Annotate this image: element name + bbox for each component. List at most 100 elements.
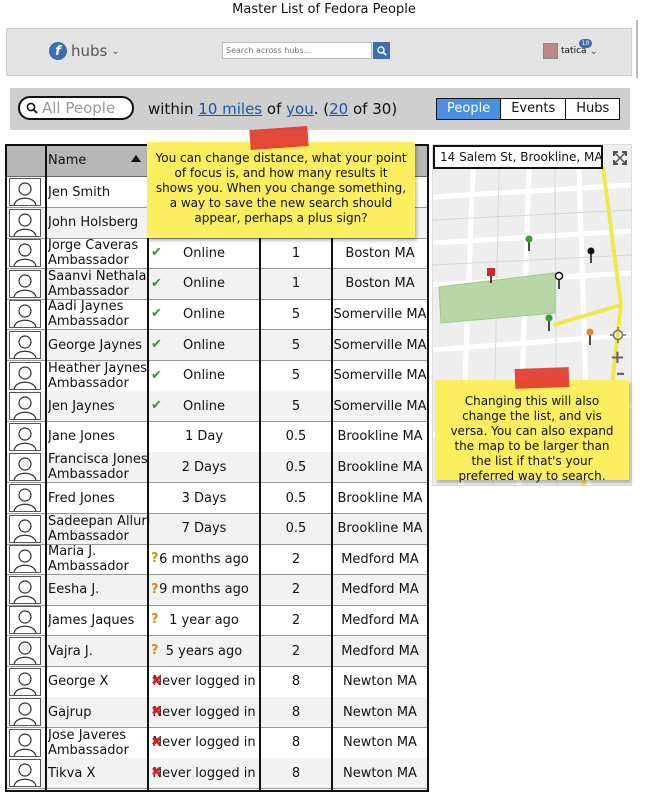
search-button[interactable] [373,42,390,59]
person-name-cell[interactable]: Saanvi Nethala Ambassador [48,269,150,299]
person-name-cell[interactable]: Fred Jones [48,483,150,513]
table-row[interactable]: Jorge Caveras Ambassador ✔ Online 1 Boston MA [7,238,427,270]
person-name-cell[interactable]: Tikva X [48,758,150,788]
person-name[interactable]: Tikva X [48,766,150,781]
location-cell: Medford MA [341,643,419,659]
table-row[interactable]: James Jaques? 1 year ago 2 Medford MA [7,605,427,637]
sort-ascending-icon[interactable] [131,155,141,162]
person-name[interactable]: Maria J. [48,544,150,559]
status-cell: ✔ Online [149,330,259,360]
person-name[interactable]: George X [48,674,150,689]
table-row[interactable]: George Jaynes ✔ Online 5 Somerville MA [7,330,427,361]
person-name[interactable]: Sadeepan Alluri [48,514,150,529]
name-column-header[interactable]: Name [48,153,86,168]
person-name[interactable]: Vajra J. [48,644,150,659]
status-text: 7 Days [181,521,227,537]
person-name[interactable]: Jen Smith [48,185,150,200]
table-row[interactable]: Francisca Jones Ambassador 2 Days 0.5 Brookl… [7,452,427,484]
window-edge [636,20,638,78]
distance-cell: 8 [291,704,301,720]
chevron-down-icon: ⌄ [111,45,120,57]
status-cell: ? 5 years ago [149,636,259,666]
person-name-cell[interactable]: George Jaynes [48,330,150,360]
person-name-cell[interactable]: John Holsberg [48,208,150,238]
table-row[interactable]: Maria J. Ambassador? 6 months ago 2 Medford … [7,544,427,576]
person-name[interactable]: Fred Jones [48,491,150,506]
person-name[interactable]: Jane Jones [48,429,150,444]
person-name-cell[interactable]: Jen Smith [48,177,150,207]
focus-link[interactable]: you [286,100,314,118]
person-name[interactable]: Heather Jaynes [48,361,150,376]
person-role: Ambassador [48,253,129,269]
person-name[interactable]: Jose Javeres [48,728,150,743]
check-icon: ✔ [151,275,162,291]
people-search-field[interactable]: All People [18,96,134,120]
table-row[interactable]: Fred Jones 3 Days 0.5 Brookline MA [7,483,427,514]
location-cell: Newton MA [343,765,417,781]
distance-link[interactable]: 10 miles [198,100,262,118]
person-name-cell[interactable]: Jane Jones [48,422,150,452]
tab-events[interactable]: Events [500,99,566,119]
person-name-cell[interactable]: Jose Javeres Ambassador [48,728,150,758]
person-name-cell[interactable]: George X [48,667,150,697]
person-name-cell[interactable]: Jen Jaynes [48,391,150,421]
notification-badge[interactable]: 10 [579,39,592,48]
person-name-cell[interactable]: Vajra J. [48,636,150,666]
person-name[interactable]: Jorge Caveras [48,238,150,253]
table-row[interactable]: Eesha J.? 9 months ago 2 Medford MA [7,574,427,606]
person-name[interactable]: James Jaques [48,613,150,628]
person-name[interactable]: Gajrup [48,705,150,720]
hubs-menu[interactable]: f hubs ⌄ [49,42,120,60]
table-row[interactable]: Aadi Jaynes Ambassador ✔ Online 5 Somerville … [7,299,427,331]
table-row[interactable]: Gajrup ✖ Never logged in 8 Newton MA [7,697,427,729]
tab-people[interactable]: People [437,99,501,119]
person-name[interactable]: Aadi Jaynes [48,299,150,314]
person-name-cell[interactable]: Eesha J. [48,575,150,605]
person-name[interactable]: Francisca Jones [48,452,150,467]
location-cell: Somerville MA [333,368,427,384]
status-text: 9 months ago [159,582,249,598]
distance-cell: 2 [291,582,301,598]
table-row[interactable]: George X ✖ Never logged in 8 Newton MA [7,667,427,698]
status-text: 2 Days [181,459,227,475]
person-name-cell[interactable]: Jorge Caveras Ambassador [48,238,150,268]
person-name[interactable]: George Jaynes [48,338,150,353]
expand-icon[interactable] [613,151,627,165]
tab-hubs[interactable]: Hubs [565,99,620,119]
status-cell: ✔ Online [149,361,259,391]
person-name-cell[interactable]: Maria J. Ambassador [48,544,150,574]
person-name[interactable]: Eesha J. [48,582,150,597]
table-row[interactable]: Tikva X ✖ Never logged in 8 Newton MA [7,758,427,790]
avatar [9,392,41,421]
table-row[interactable]: Jane Jones 1 Day 0.5 Brookline MA [7,422,427,453]
person-name-cell[interactable]: Aadi Jaynes Ambassador [48,299,150,329]
person-name-cell[interactable]: Heather Jaynes Ambassador [48,361,150,391]
table-row[interactable]: Saanvi Nethala Ambassador ✔ Online 1 Boston M… [7,268,427,300]
table-row[interactable]: Sadeepan Alluri Ambassador 7 Days 0.5 Brookl… [7,513,427,545]
person-name-cell[interactable]: James Jaques [48,605,150,635]
person-name[interactable]: John Holsberg [48,215,150,230]
status-text: Never logged in [152,765,256,781]
person-name-cell[interactable]: Sadeepan Alluri Ambassador [48,514,150,544]
avatar [9,637,41,665]
status-text: 6 months ago [159,551,249,567]
table-row[interactable]: Heather Jaynes Ambassador ✔ Online 5 Somervil… [7,361,427,392]
person-name-cell[interactable]: Gajrup [48,697,150,727]
person-name[interactable]: Jen Jaynes [48,399,150,414]
result-count-link[interactable]: 20 [329,100,348,118]
hub-search-input[interactable] [222,42,372,59]
location-cell: Medford MA [341,582,419,598]
location-cell: Boston MA [345,276,415,292]
check-icon: ✔ [151,367,162,383]
location-cell: Newton MA [343,674,417,690]
table-row[interactable]: Jose Javeres Ambassador ✖ Never logged in 8 N… [7,728,427,759]
status-cell: 1 Day [149,422,259,452]
distance-cell: 5 [291,306,301,322]
map-address-field[interactable]: 14 Salem St, Brookline, MA [433,145,603,169]
question-icon: ? [151,581,159,597]
table-row[interactable]: Jen Jaynes ✔ Online 5 Somerville MA [7,391,427,423]
person-name-cell[interactable]: Francisca Jones Ambassador [48,452,150,482]
locate-icon[interactable] [610,327,626,343]
person-name[interactable]: Saanvi Nethala [48,269,150,284]
table-row[interactable]: Vajra J.? 5 years ago 2 Medford MA [7,636,427,667]
